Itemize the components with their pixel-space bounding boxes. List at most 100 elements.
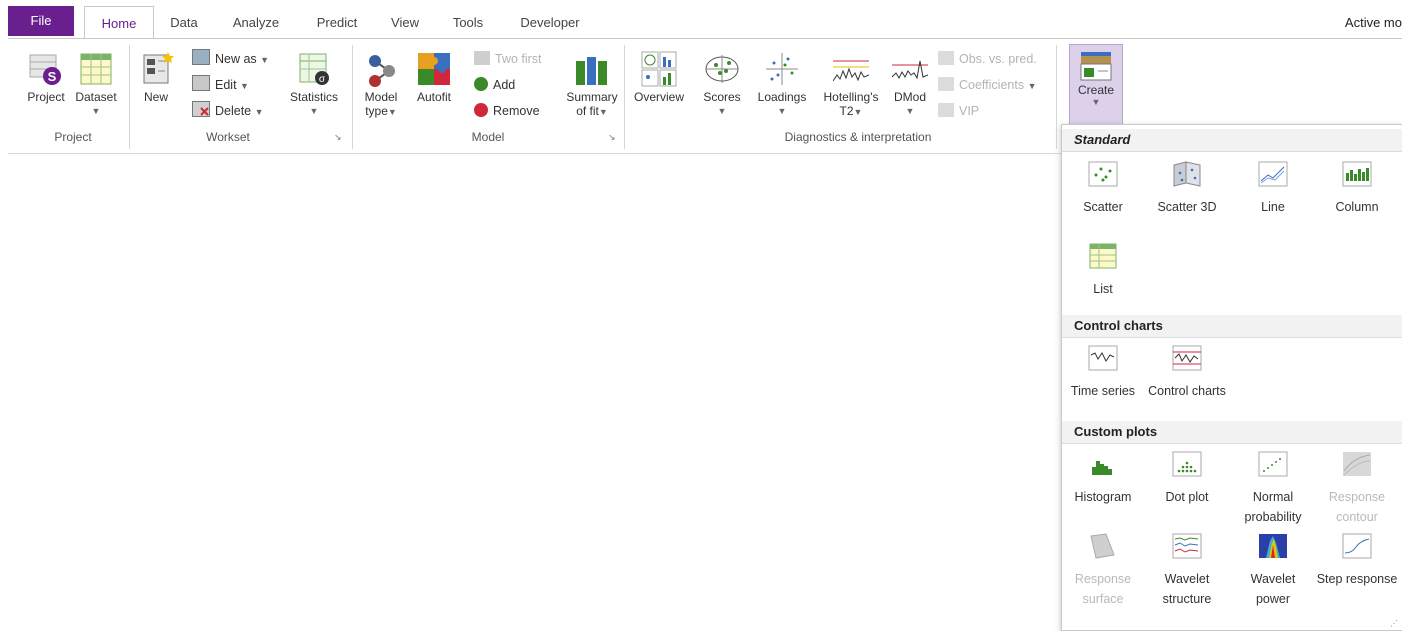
two-first-icon bbox=[474, 51, 490, 65]
resize-grip-icon[interactable]: ⋰ bbox=[1390, 619, 1398, 628]
gallery-item-response-contour[interactable]: Response contour bbox=[1316, 451, 1398, 527]
chevron-down-icon: ▼ bbox=[240, 81, 249, 91]
create-plot-dropdown: Standard Scatter Scatter 3D Line Column … bbox=[1061, 124, 1402, 631]
gallery-item-time-series[interactable]: Time series bbox=[1062, 345, 1144, 401]
scores-plot-icon bbox=[704, 51, 740, 87]
new-as-label: New as bbox=[215, 52, 257, 66]
chevron-down-icon: ▼ bbox=[1091, 97, 1101, 107]
gallery-item-wavelet-power[interactable]: Wavelet power bbox=[1232, 533, 1314, 609]
remove-component-button[interactable]: Remove bbox=[474, 101, 540, 121]
overview-label: Overview bbox=[633, 90, 684, 104]
delete-label: Delete bbox=[215, 104, 252, 118]
delete-icon bbox=[192, 101, 210, 117]
dmod-button[interactable]: DMod ▼ bbox=[884, 51, 936, 118]
tab-analyze[interactable]: Analyze bbox=[220, 6, 292, 38]
project-button[interactable]: S Project bbox=[22, 51, 70, 104]
add-component-button[interactable]: Add bbox=[474, 75, 515, 95]
group-label-model: Model bbox=[471, 130, 505, 144]
autofit-button[interactable]: Autofit bbox=[410, 51, 458, 104]
autofit-puzzle-icon bbox=[416, 51, 452, 87]
svg-text:S: S bbox=[48, 69, 57, 84]
summary-label-2: of fit bbox=[576, 104, 599, 118]
new-workset-button[interactable]: New bbox=[134, 51, 178, 104]
gallery-item-label: Line bbox=[1261, 200, 1285, 214]
obs-vs-pred-button[interactable]: Obs. vs. pred. bbox=[938, 49, 1037, 69]
overview-button[interactable]: Overview bbox=[628, 51, 690, 104]
new-as-button[interactable]: New as ▼ bbox=[192, 49, 269, 69]
gallery-item-scatter-3d[interactable]: Scatter 3D bbox=[1146, 161, 1228, 217]
dialog-launcher-icon[interactable]: ↘ bbox=[334, 132, 342, 143]
gallery-item-normal-probability[interactable]: Normal probability bbox=[1232, 451, 1314, 527]
chevron-down-icon: ▼ bbox=[905, 106, 915, 116]
dataset-button[interactable]: Dataset ▼ bbox=[72, 51, 120, 118]
tab-tools[interactable]: Tools bbox=[440, 6, 496, 38]
gallery-item-label: Control charts bbox=[1148, 384, 1226, 398]
wavelet-structure-icon bbox=[1172, 533, 1202, 559]
gallery-item-label: Column bbox=[1335, 200, 1379, 214]
obs-vs-pred-label: Obs. vs. pred. bbox=[959, 52, 1037, 66]
vip-button[interactable]: VIP bbox=[938, 101, 979, 121]
add-label: Add bbox=[493, 78, 516, 92]
gallery-item-control-charts[interactable]: Control charts bbox=[1146, 345, 1228, 401]
gallery-item-label: Scatter bbox=[1083, 200, 1123, 214]
dot-plot-icon bbox=[1172, 451, 1202, 477]
dialog-launcher-icon[interactable]: ↘ bbox=[608, 132, 616, 143]
vip-label: VIP bbox=[959, 104, 980, 118]
gallery-item-histogram[interactable]: Histogram bbox=[1062, 451, 1144, 507]
tab-data[interactable]: Data bbox=[160, 6, 208, 38]
summary-of-fit-button[interactable]: Summary of fit▼ bbox=[564, 51, 620, 119]
create-label: Create bbox=[1077, 83, 1115, 97]
two-first-button[interactable]: Two first bbox=[474, 49, 542, 69]
statistics-button[interactable]: σ Statistics ▼ bbox=[286, 51, 342, 118]
group-separator bbox=[129, 45, 130, 149]
gallery-item-label: Histogram bbox=[1074, 490, 1132, 504]
chevron-down-icon: ▼ bbox=[598, 107, 608, 117]
gallery-item-dot-plot[interactable]: Dot plot bbox=[1146, 451, 1228, 507]
gallery-item-response-surface[interactable]: Response surface bbox=[1062, 533, 1144, 609]
coefficients-button[interactable]: Coefficients ▼ bbox=[938, 75, 1037, 95]
hotellings-t2-button[interactable]: Hotelling's T2▼ bbox=[816, 51, 886, 119]
tab-home[interactable]: Home bbox=[84, 6, 154, 40]
model-type-icon bbox=[363, 51, 399, 87]
section-header-custom-plots: Custom plots bbox=[1062, 421, 1402, 444]
two-first-label: Two first bbox=[495, 52, 542, 66]
add-icon bbox=[474, 77, 488, 91]
active-model-label: Active mo bbox=[1344, 15, 1402, 30]
delete-button[interactable]: Delete ▼ bbox=[192, 101, 264, 121]
scores-button[interactable]: Scores ▼ bbox=[696, 51, 748, 118]
section-header-control-charts: Control charts bbox=[1062, 315, 1402, 338]
scatter-icon bbox=[1088, 161, 1118, 187]
gallery-item-column[interactable]: Column bbox=[1316, 161, 1398, 217]
summary-label: Summary bbox=[566, 90, 618, 104]
dmod-line-icon bbox=[891, 51, 929, 87]
tab-view[interactable]: View bbox=[382, 6, 428, 38]
ribbon-tab-bar: File Home Data Analyze Predict View Tool… bbox=[0, 0, 1402, 40]
gallery-item-scatter[interactable]: Scatter bbox=[1062, 161, 1144, 217]
group-separator bbox=[352, 45, 353, 149]
gallery-item-label: List bbox=[1093, 282, 1113, 296]
gallery-item-label: Normal probability bbox=[1244, 490, 1302, 524]
summary-of-fit-icon bbox=[574, 51, 610, 87]
list-icon bbox=[1088, 243, 1118, 269]
chevron-down-icon: ▼ bbox=[777, 106, 787, 116]
gallery-item-line[interactable]: Line bbox=[1232, 161, 1314, 217]
histogram-icon bbox=[1088, 451, 1118, 477]
create-plot-button[interactable]: Create ▼ bbox=[1069, 44, 1123, 126]
new-workset-icon bbox=[138, 51, 174, 87]
gallery-item-list[interactable]: List bbox=[1062, 243, 1144, 299]
tab-predict[interactable]: Predict bbox=[304, 6, 370, 38]
hotellings-line-icon bbox=[832, 51, 870, 87]
tab-developer[interactable]: Developer bbox=[508, 6, 592, 38]
loadings-button[interactable]: Loadings ▼ bbox=[750, 51, 814, 118]
gallery-item-label: Scatter 3D bbox=[1157, 200, 1217, 214]
chevron-down-icon: ▼ bbox=[387, 107, 397, 117]
gallery-item-step-response[interactable]: Step response bbox=[1316, 533, 1398, 589]
edit-button[interactable]: Edit ▼ bbox=[192, 75, 249, 95]
create-plot-icon bbox=[1080, 51, 1112, 81]
gallery-item-wavelet-structure[interactable]: Wavelet structure bbox=[1146, 533, 1228, 609]
model-type-button[interactable]: Model type▼ bbox=[358, 51, 404, 119]
step-response-icon bbox=[1342, 533, 1372, 559]
dataset-icon bbox=[78, 51, 114, 87]
tab-file[interactable]: File bbox=[8, 6, 74, 36]
scores-label: Scores bbox=[703, 90, 741, 104]
